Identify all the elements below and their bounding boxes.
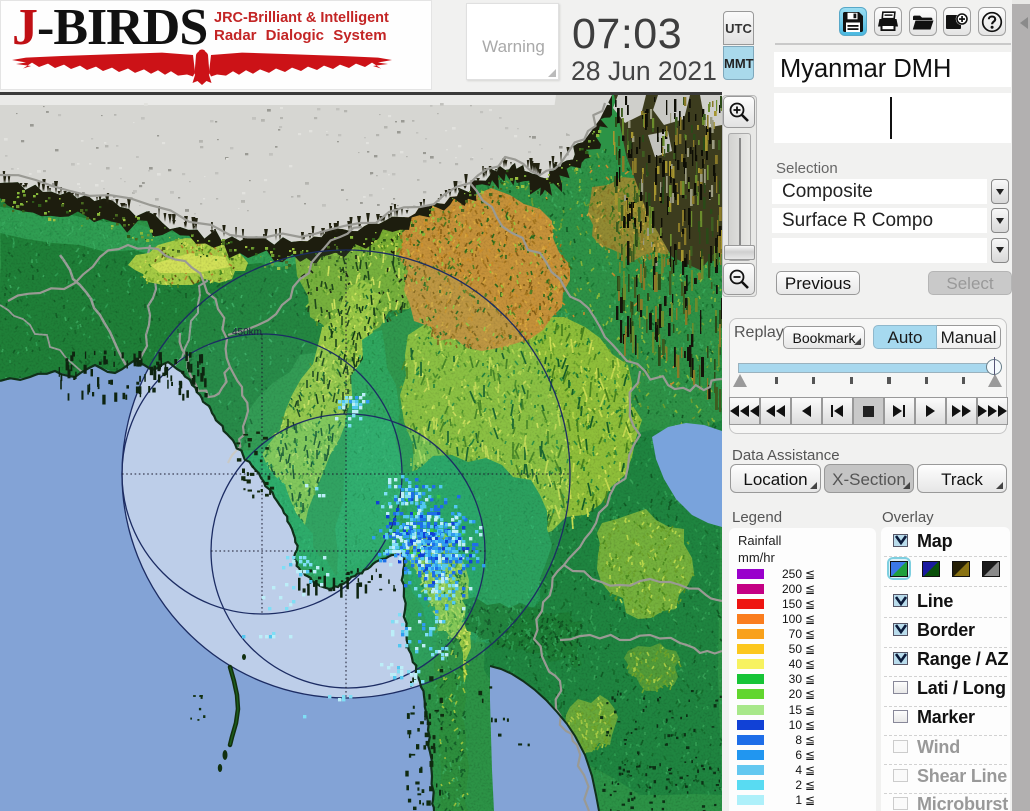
svg-text:450km: 450km bbox=[232, 327, 262, 338]
